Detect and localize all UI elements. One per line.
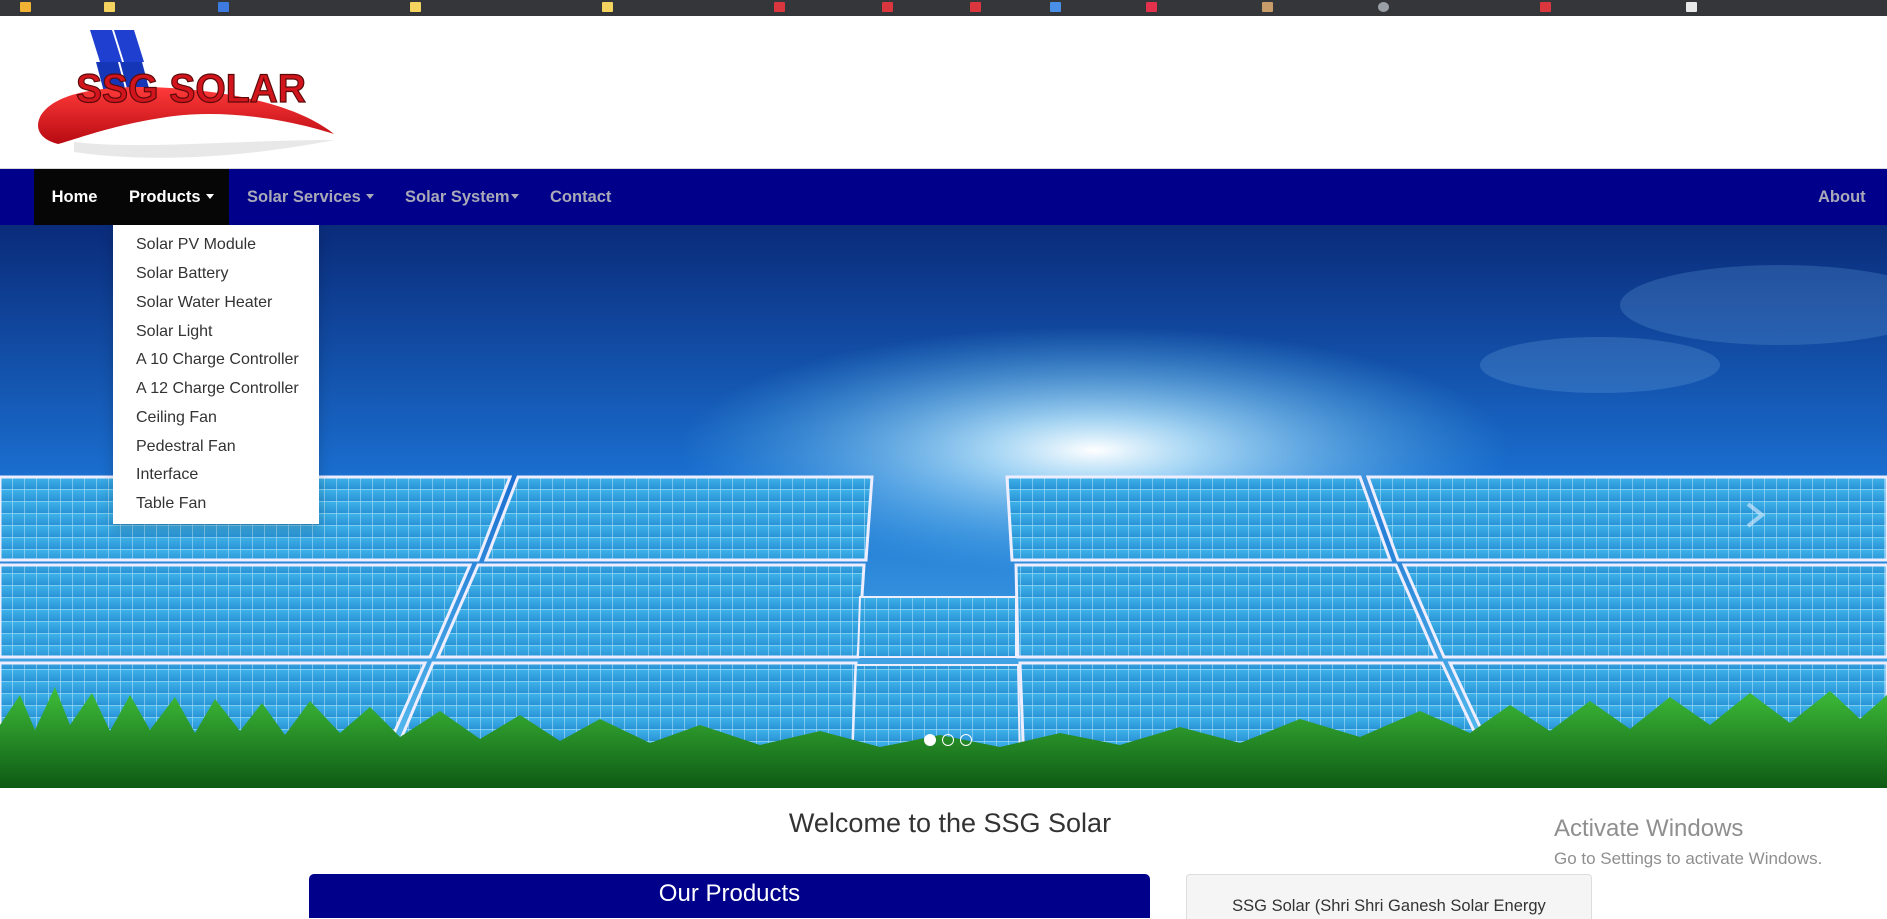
nav-contact[interactable]: Contact (550, 169, 611, 225)
bookmark-icon[interactable] (1262, 2, 1273, 12)
products-dropdown-menu: Solar PV Module Solar Battery Solar Wate… (113, 225, 319, 524)
logo-text: SSG SOLAR (76, 67, 306, 111)
nav-home[interactable]: Home (34, 169, 115, 225)
nav-solar-system-label: Solar System (405, 188, 510, 206)
watermark-title: Activate Windows (1554, 815, 1744, 842)
nav-solar-services-label: Solar Services (247, 188, 361, 206)
bookmark-folder-icon[interactable] (602, 2, 613, 12)
menu-item-solar-battery[interactable]: Solar Battery (136, 265, 228, 283)
bookmark-icon[interactable] (774, 2, 785, 12)
ssg-solar-logo[interactable]: SSG SOLAR (34, 22, 340, 172)
chevron-down-icon (205, 194, 214, 200)
bookmark-icon[interactable] (1146, 2, 1157, 12)
our-products-header[interactable]: Our Products (309, 874, 1150, 918)
menu-item-interface[interactable]: Interface (136, 466, 198, 484)
bookmark-icon[interactable] (1540, 2, 1551, 12)
watermark-subtitle: Go to Settings to activate Windows. (1554, 849, 1823, 868)
nav-about[interactable]: About (1818, 169, 1866, 225)
bookmarks-bar (0, 0, 1887, 16)
bookmark-icon[interactable] (882, 2, 893, 12)
company-info-text: SSG Solar (Shri Shri Ganesh Solar Energy (1232, 897, 1546, 915)
bookmark-folder-icon[interactable] (104, 2, 115, 12)
menu-item-table-fan[interactable]: Table Fan (136, 495, 206, 513)
bookmark-icon[interactable] (1686, 2, 1697, 12)
menu-item-a10-charge-controller[interactable]: A 10 Charge Controller (136, 351, 299, 369)
bookmark-apps-icon[interactable] (20, 2, 31, 12)
nav-solar-services[interactable]: Solar Services (247, 169, 374, 225)
nav-products-label: Products (129, 188, 201, 206)
main-navbar: Home Products Solar Services Solar Syste… (0, 169, 1887, 225)
menu-item-solar-pv-module[interactable]: Solar PV Module (136, 236, 256, 254)
menu-item-a12-charge-controller[interactable]: A 12 Charge Controller (136, 380, 299, 398)
activate-windows-watermark: Activate Windows Go to Settings to activ… (1554, 815, 1822, 869)
chevron-down-icon (365, 194, 374, 200)
nav-home-label: Home (51, 188, 98, 206)
bookmark-icon[interactable] (1378, 2, 1389, 12)
chevron-down-icon (510, 194, 519, 200)
nav-products[interactable]: Products (113, 169, 229, 225)
site-header: SSG SOLAR (0, 16, 1887, 169)
bookmark-icon[interactable] (218, 2, 229, 12)
menu-item-ceiling-fan[interactable]: Ceiling Fan (136, 409, 217, 427)
company-info-box: SSG Solar (Shri Shri Ganesh Solar Energy (1186, 874, 1592, 919)
nav-contact-label: Contact (550, 188, 612, 206)
menu-item-pedestral-fan[interactable]: Pedestral Fan (136, 438, 236, 456)
bookmark-folder-icon[interactable] (410, 2, 421, 12)
bookmark-icon[interactable] (970, 2, 981, 12)
carousel-indicator-3[interactable] (960, 734, 972, 746)
carousel-indicator-2[interactable] (942, 734, 954, 746)
carousel-indicator-1[interactable] (924, 734, 936, 746)
nav-solar-system[interactable]: Solar System (405, 169, 519, 225)
bookmark-icon[interactable] (1050, 2, 1061, 12)
menu-item-solar-water-heater[interactable]: Solar Water Heater (136, 294, 272, 312)
nav-about-label: About (1818, 188, 1866, 206)
menu-item-solar-light[interactable]: Solar Light (136, 323, 213, 341)
carousel-next-icon[interactable] (1740, 500, 1770, 530)
